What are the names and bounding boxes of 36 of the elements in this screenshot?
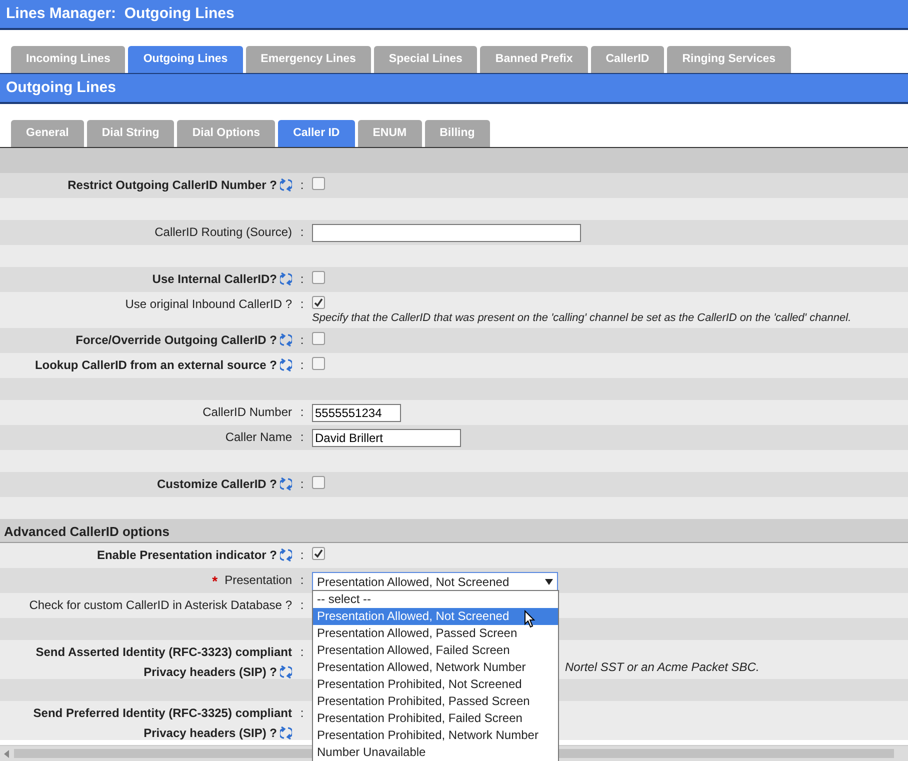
field-label: Lookup CallerID from an external source ? xyxy=(34,358,277,372)
window-title: Lines Manager: Outgoing Lines xyxy=(0,0,908,30)
colon: : xyxy=(299,572,305,587)
colon: : xyxy=(299,357,305,372)
colon: : xyxy=(299,296,305,311)
field-label: Send Asserted Identity (RFC-3323) compliant xyxy=(36,645,292,659)
field-label: Use original Inbound CallerID ? xyxy=(125,297,292,311)
colon: : xyxy=(299,476,305,491)
required-asterisk: * xyxy=(212,573,218,589)
field-label: CallerID Number xyxy=(202,405,292,419)
colon: : xyxy=(299,332,305,347)
field-label: Presentation xyxy=(224,573,292,587)
colon: : xyxy=(299,271,305,286)
field-label: Privacy headers (SIP) ? xyxy=(144,726,277,740)
colon: : xyxy=(299,705,305,720)
field-label: Check for custom CallerID in Asterisk Database ? xyxy=(29,598,292,612)
colon: : xyxy=(299,177,305,192)
field-label: Force/Override Outgoing CallerID ? xyxy=(76,333,277,347)
section-heading: Advanced CallerID options xyxy=(4,524,170,539)
field-description: Nortel SST or an Acme Packet SBC. xyxy=(565,660,760,674)
colon: : xyxy=(299,597,305,612)
field-label: Privacy headers (SIP) ? xyxy=(144,665,277,679)
colon: : xyxy=(299,429,305,444)
field-label: Customize CallerID ? xyxy=(156,477,277,491)
field-label: CallerID Routing (Source) xyxy=(154,225,292,239)
section-title: Outgoing Lines xyxy=(0,74,908,104)
field-label: Enable Presentation indicator ? xyxy=(96,548,277,562)
colon: : xyxy=(299,644,305,659)
field-label: Restrict Outgoing CallerID Number ? xyxy=(68,178,277,192)
field-description: Specify that the CallerID that was present on the 'calling' channel be set as the CallerID on the 'called' channel. xyxy=(312,311,852,326)
colon: : xyxy=(299,404,305,419)
colon: : xyxy=(299,547,305,562)
colon: : xyxy=(299,224,305,239)
field-label: Caller Name xyxy=(225,430,292,444)
field-label: Send Preferred Identity (RFC-3325) compliant xyxy=(33,706,292,720)
field-label: Use Internal CallerID? xyxy=(152,272,277,286)
